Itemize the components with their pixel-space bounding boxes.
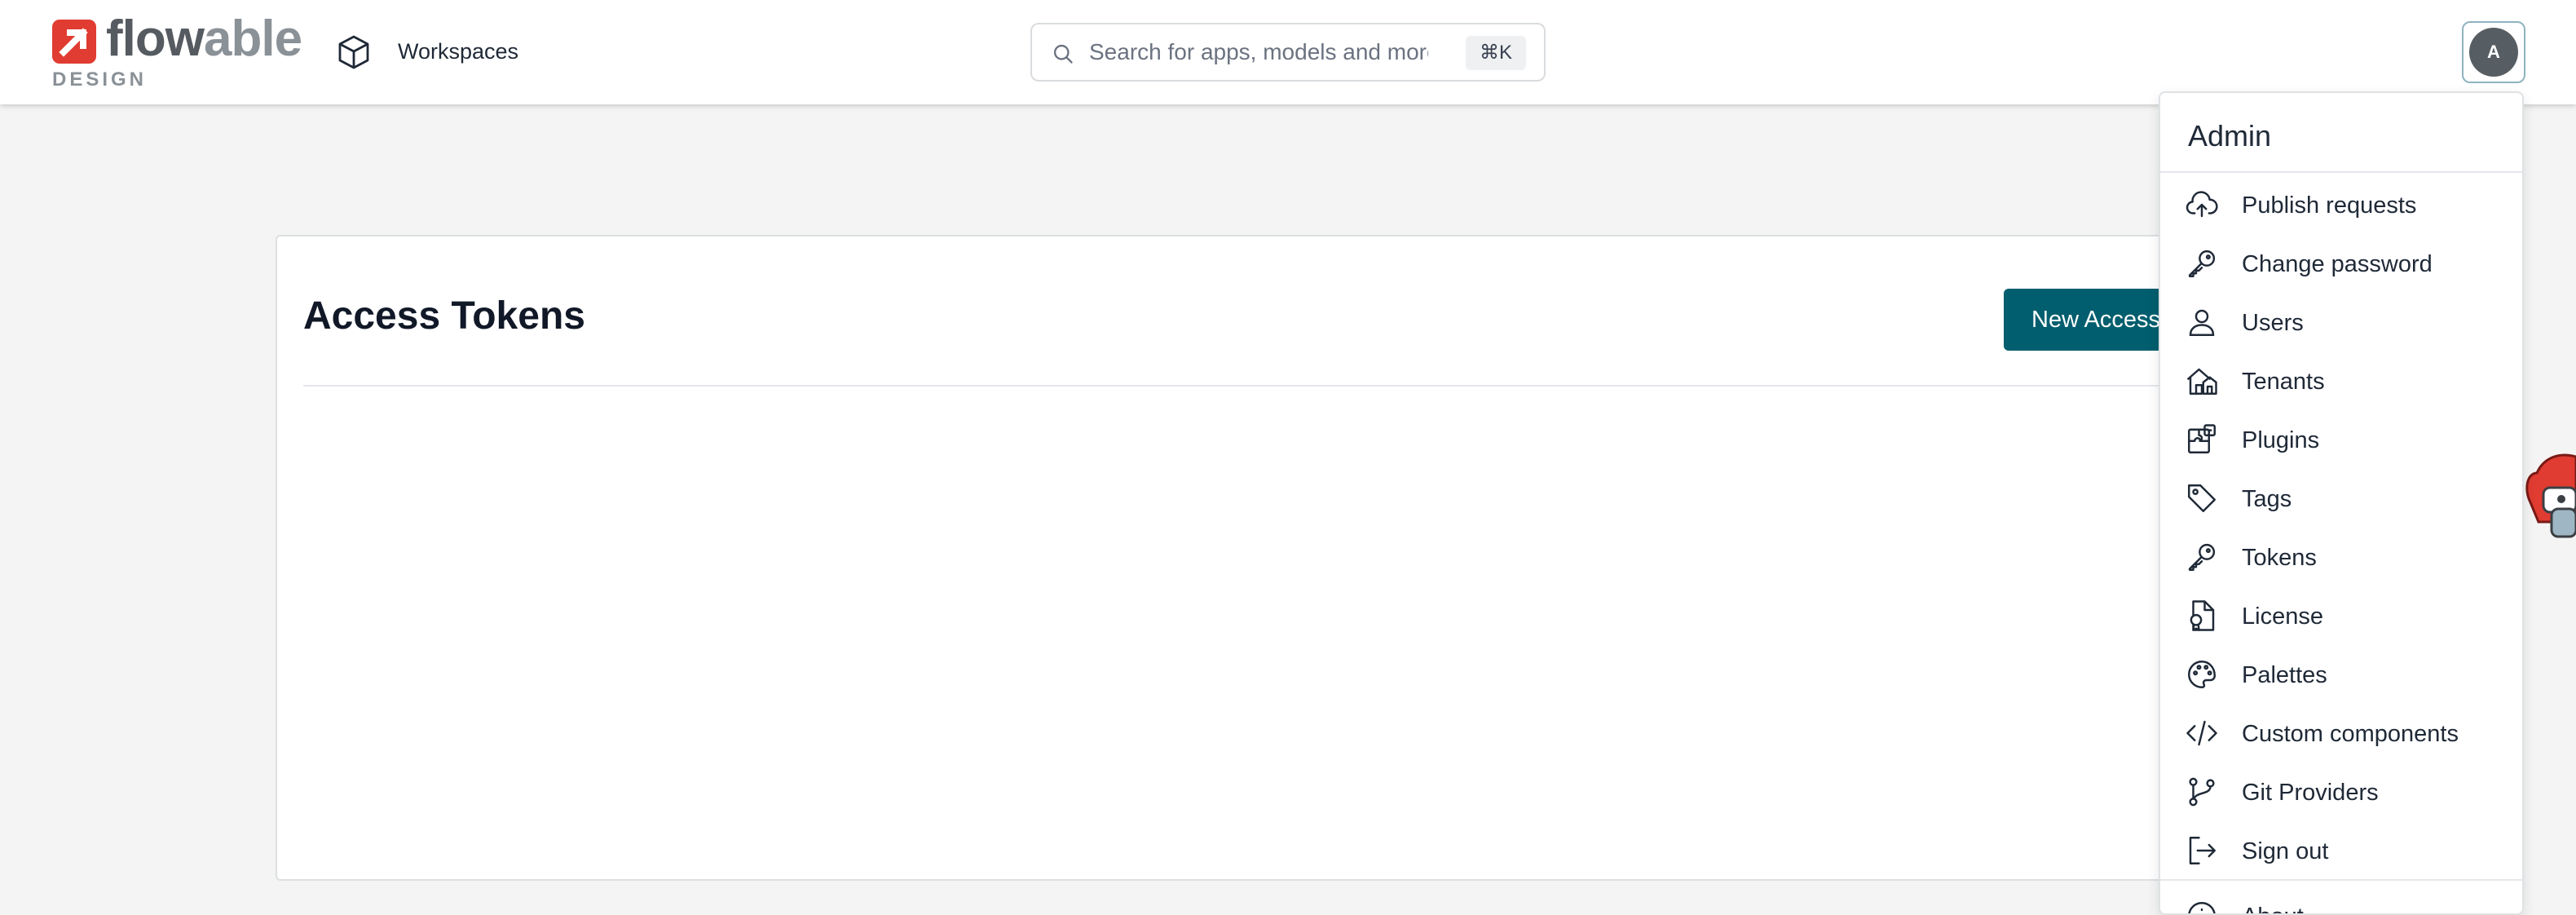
workspaces-link[interactable]: Workspaces: [398, 39, 518, 64]
search-input[interactable]: [1087, 34, 1430, 70]
menu-item-users[interactable]: Users: [2160, 292, 2522, 351]
search-box[interactable]: ⌘K: [1030, 23, 1546, 82]
palette-icon: [2185, 657, 2219, 692]
cloud-upload-icon: [2185, 188, 2219, 222]
logo-subtitle: DESIGN: [52, 69, 148, 91]
dropdown-divider: [2160, 171, 2522, 173]
menu-item-git-providers[interactable]: Git Providers: [2160, 762, 2522, 820]
houses-icon: [2185, 364, 2219, 398]
user-icon: [2185, 305, 2219, 339]
admin-dropdown-menu: Admin Publish requests Change password U…: [2159, 91, 2524, 915]
sign-out-icon: [2185, 833, 2219, 868]
menu-item-palettes[interactable]: Palettes: [2160, 644, 2522, 703]
menu-item-tokens[interactable]: Tokens: [2160, 527, 2522, 586]
tag-icon: [2185, 481, 2219, 515]
page-title: Access Tokens: [303, 294, 585, 338]
menu-item-publish-requests[interactable]: Publish requests: [2160, 175, 2522, 233]
key-icon: [2185, 246, 2219, 281]
avatar: A: [2469, 28, 2518, 77]
license-icon: [2185, 599, 2219, 633]
menu-item-license[interactable]: License: [2160, 586, 2522, 644]
info-icon: [2185, 899, 2219, 913]
dropdown-title: Admin: [2188, 119, 2272, 152]
key-icon: [2185, 540, 2219, 574]
search-shortcut-badge: ⌘K: [1466, 36, 1526, 70]
menu-item-plugins[interactable]: Plugins: [2160, 409, 2522, 468]
user-menu-button[interactable]: A: [2462, 21, 2525, 83]
puzzle-icon: [2185, 422, 2219, 457]
code-icon: [2185, 716, 2219, 750]
flowable-logo-mark-icon: [52, 20, 96, 64]
menu-item-change-password[interactable]: Change password: [2160, 233, 2522, 292]
mascot-icon[interactable]: [2519, 440, 2576, 546]
dropdown-divider: [2160, 879, 2522, 881]
search-icon: [1052, 42, 1074, 65]
menu-item-tenants[interactable]: Tenants: [2160, 351, 2522, 409]
menu-item-about[interactable]: About: [2160, 886, 2522, 913]
menu-item-tags[interactable]: Tags: [2160, 468, 2522, 527]
logo-wordmark: flowable: [106, 11, 302, 67]
menu-item-sign-out[interactable]: Sign out: [2160, 820, 2522, 879]
divider: [303, 385, 2178, 387]
top-header: flowable DESIGN Workspaces ⌘K A: [0, 0, 2576, 104]
git-branch-icon: [2185, 775, 2219, 809]
cube-icon[interactable]: [334, 33, 373, 72]
flowable-logo[interactable]: flowable DESIGN: [52, 11, 305, 93]
menu-item-custom-components[interactable]: Custom components: [2160, 703, 2522, 762]
access-tokens-card: Access Tokens New Access Token: [276, 235, 2248, 881]
